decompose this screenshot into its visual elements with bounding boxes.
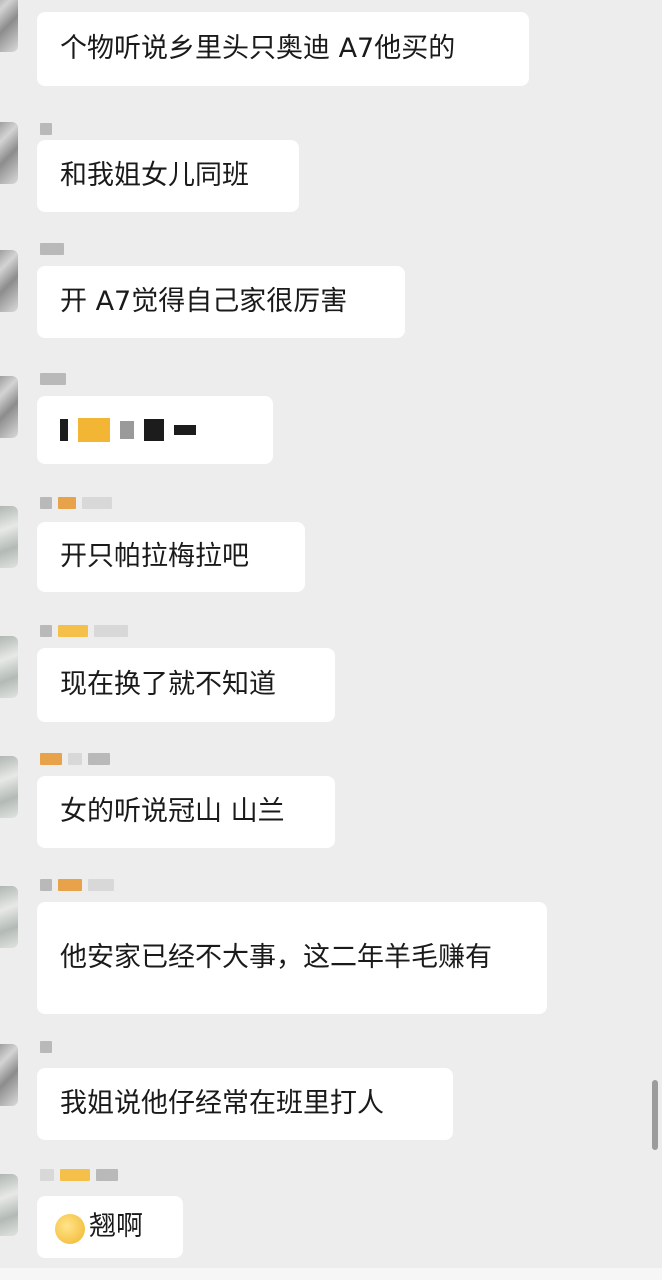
- message-bubble[interactable]: 我姐说他仔经常在班里打人: [37, 1068, 453, 1140]
- message-bubble[interactable]: 开只帕拉梅拉吧: [37, 522, 305, 592]
- message-bubble[interactable]: 女的听说冠山 山兰: [37, 776, 335, 848]
- message-text: 现在换了就不知道: [60, 669, 276, 700]
- message-bubble[interactable]: 翘啊: [37, 1196, 183, 1258]
- sender-avatar[interactable]: [0, 376, 18, 438]
- message-bubble[interactable]: 开 A7觉得自己家很厉害: [37, 266, 405, 338]
- sender-name: [40, 1168, 118, 1182]
- sender-avatar[interactable]: [0, 122, 18, 184]
- message-bubble[interactable]: 和我姐女儿同班: [37, 140, 299, 212]
- message-bubble[interactable]: 个物听说乡里头只奥迪 A7他买的: [37, 12, 529, 86]
- message-text: 个物听说乡里头只奥迪 A7他买的: [60, 33, 456, 64]
- input-area-edge: [0, 1268, 662, 1280]
- sender-name: [40, 372, 66, 386]
- scrollbar[interactable]: [652, 1080, 658, 1150]
- sender-name: [40, 878, 114, 892]
- sender-avatar[interactable]: [0, 756, 18, 818]
- sender-avatar[interactable]: [0, 886, 18, 948]
- message-bubble[interactable]: 他安家已经不大事，这二年羊毛赚有: [37, 902, 547, 1014]
- sender-avatar[interactable]: [0, 250, 18, 312]
- sender-name: [40, 1040, 52, 1054]
- message-text: 翘啊: [89, 1211, 143, 1242]
- chat-list[interactable]: 个物听说乡里头只奥迪 A7他买的 和我姐女儿同班 开 A7觉得自己家很厉害 开只…: [0, 0, 662, 1280]
- sender-name: [40, 624, 128, 638]
- sender-avatar[interactable]: [0, 506, 18, 568]
- message-bubble[interactable]: [37, 396, 273, 464]
- message-text: 女的听说冠山 山兰: [60, 796, 285, 827]
- message-bubble[interactable]: 现在换了就不知道: [37, 648, 335, 722]
- sender-avatar[interactable]: [0, 1044, 18, 1106]
- message-text: 开 A7觉得自己家很厉害: [60, 286, 348, 317]
- message-text: 我姐说他仔经常在班里打人: [60, 1088, 384, 1119]
- sender-name: [40, 752, 110, 766]
- message-text: 和我姐女儿同班: [60, 160, 249, 191]
- crying-laughing-face-icon: [55, 1214, 85, 1244]
- sender-name: [40, 122, 52, 136]
- sender-avatar[interactable]: [0, 0, 18, 52]
- pixelated-content: [60, 418, 196, 442]
- sender-avatar[interactable]: [0, 1174, 18, 1236]
- sender-avatar[interactable]: [0, 636, 18, 698]
- sender-name: [40, 242, 64, 256]
- message-text: 他安家已经不大事，这二年羊毛赚有: [60, 942, 492, 973]
- message-text: 开只帕拉梅拉吧: [60, 541, 249, 572]
- sender-name: [40, 496, 112, 510]
